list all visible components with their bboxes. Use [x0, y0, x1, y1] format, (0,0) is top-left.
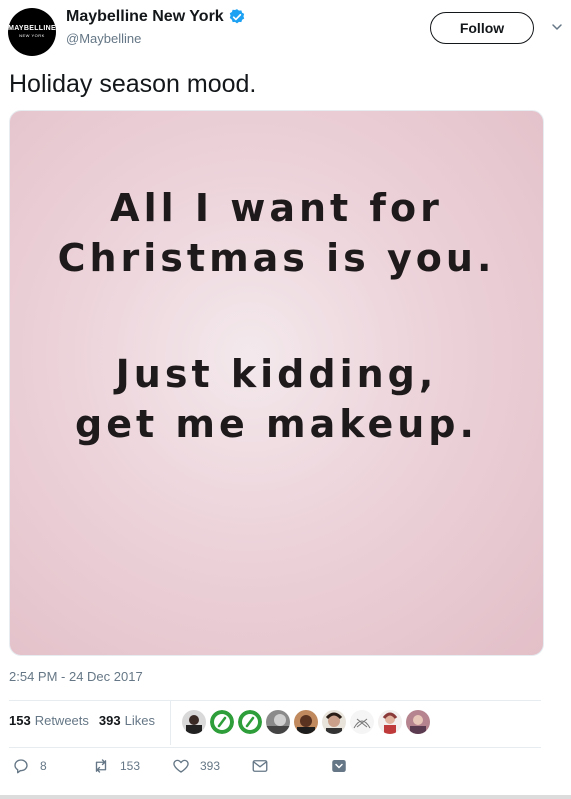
liker-avatar[interactable] [182, 710, 206, 734]
likes-count: 393 [98, 713, 121, 728]
divider [9, 700, 541, 701]
likes-stat[interactable]: 393 Likes [99, 713, 155, 728]
avatar[interactable]: MAYBELLINE NEW YORK [8, 8, 56, 56]
stats-separator [170, 701, 171, 745]
retweet-count: 153 [120, 759, 141, 773]
avatar-logo-text: MAYBELLINE [8, 25, 56, 32]
engagement-stats: 153 Retweets 393 Likes [9, 713, 155, 728]
liker-avatar[interactable] [210, 710, 234, 734]
direct-message-action[interactable] [251, 757, 269, 775]
tweet-actions: 8 153 393 [0, 757, 571, 785]
author-info: Maybelline New York @Maybelline [66, 8, 246, 46]
bottom-scroll-bar [0, 795, 571, 799]
more-menu-action[interactable] [330, 757, 348, 775]
liker-avatar[interactable] [238, 710, 262, 734]
reply-action[interactable]: 8 [12, 757, 47, 775]
liker-avatar[interactable] [350, 710, 374, 734]
liker-avatar[interactable] [406, 710, 430, 734]
liker-avatar[interactable] [294, 710, 318, 734]
envelope-icon [252, 760, 268, 772]
author-handle[interactable]: @Maybelline [66, 31, 246, 46]
image-text-line-2: Christmas is you. [57, 236, 496, 280]
image-text-block-2: Just kidding, get me makeup. [75, 349, 478, 449]
retweet-action[interactable]: 153 [92, 757, 140, 775]
verified-badge-icon [229, 9, 244, 24]
image-text-line-3: Just kidding, [115, 352, 438, 396]
like-action[interactable]: 393 [172, 757, 220, 775]
like-count: 393 [200, 759, 221, 773]
name-row: Maybelline New York [66, 8, 246, 26]
divider [9, 747, 541, 748]
avatar-logo: MAYBELLINE NEW YORK [8, 25, 56, 39]
liker-avatar[interactable] [266, 710, 290, 734]
author-name[interactable]: Maybelline New York [66, 8, 224, 26]
liker-avatars [182, 710, 430, 734]
avatar-logo-subtext: NEW YORK [19, 33, 45, 38]
image-text-line-4: get me makeup. [75, 402, 478, 446]
tweet-header: MAYBELLINE NEW YORK Maybelline New York … [0, 0, 571, 64]
tweet-timestamp[interactable]: 2:54 PM - 24 Dec 2017 [9, 669, 143, 684]
tweet-image[interactable]: All I want for Christmas is you. Just ki… [9, 110, 544, 656]
likes-label: Likes [124, 713, 155, 728]
chevron-down-icon[interactable] [551, 21, 563, 33]
tweet-text: Holiday season mood. [9, 70, 257, 98]
liker-avatar[interactable] [322, 710, 346, 734]
follow-button[interactable]: Follow [430, 12, 534, 44]
retweet-icon [95, 759, 107, 773]
heart-icon [173, 759, 189, 773]
retweets-count: 153 [9, 713, 31, 728]
retweets-label: Retweets [34, 713, 89, 728]
reply-count: 8 [40, 759, 47, 773]
retweets-stat[interactable]: 153 Retweets [9, 713, 89, 728]
image-text-line-1: All I want for [110, 186, 443, 230]
chevron-box-icon [332, 760, 346, 772]
liker-avatar[interactable] [378, 710, 402, 734]
reply-icon [14, 759, 28, 774]
image-text-block-1: All I want for Christmas is you. [58, 183, 496, 283]
